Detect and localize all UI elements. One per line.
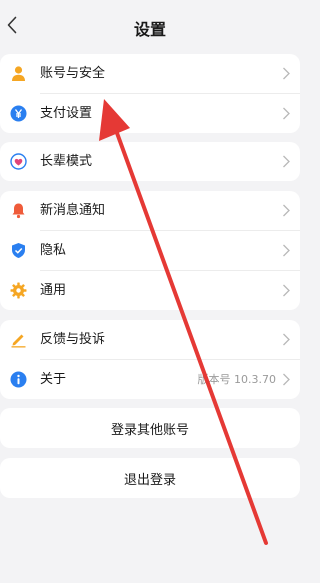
settings-group-elder: 长辈模式: [0, 142, 300, 181]
yen-icon: [10, 105, 27, 122]
shield-icon: [10, 242, 27, 259]
heart-icon: [10, 153, 27, 170]
chevron-right-icon: [283, 244, 290, 257]
settings-item-label: 关于: [40, 372, 67, 387]
chevron-right-icon: [283, 373, 290, 386]
settings-item-label: 反馈与投诉: [40, 332, 106, 347]
chevron-right-icon: [283, 204, 290, 217]
chevron-right-icon: [283, 284, 290, 297]
settings-item-label: 账号与安全: [40, 66, 106, 81]
header: 设置: [0, 0, 300, 50]
settings-group-account: 账号与安全 支付设置: [0, 54, 300, 133]
settings-item-label: 通用: [40, 283, 67, 298]
settings-item-elder-mode[interactable]: 长辈模式: [0, 142, 300, 181]
logout-label: 退出登录: [123, 472, 176, 488]
settings-group-general: 新消息通知 隐私 通用: [0, 191, 300, 310]
chevron-right-icon: [283, 155, 290, 168]
chevron-right-icon: [283, 333, 290, 346]
person-icon: [10, 65, 27, 82]
settings-item-privacy[interactable]: 隐私: [0, 231, 300, 270]
chevron-right-icon: [283, 107, 290, 120]
settings-item-feedback[interactable]: 反馈与投诉: [0, 320, 300, 359]
chevron-right-icon: [283, 67, 290, 80]
settings-group-about: 反馈与投诉 关于 版本号 10.3.70: [0, 320, 300, 399]
switch-account-button[interactable]: 登录其他账号: [0, 408, 300, 448]
settings-item-account-security[interactable]: 账号与安全: [0, 54, 300, 93]
gear-icon: [10, 282, 27, 299]
settings-item-label: 隐私: [40, 243, 67, 258]
settings-item-about[interactable]: 关于 版本号 10.3.70: [0, 360, 300, 399]
logout-button[interactable]: 退出登录: [0, 458, 300, 498]
switch-account-label: 登录其他账号: [110, 422, 189, 438]
info-icon: [10, 371, 27, 388]
settings-item-payment[interactable]: 支付设置: [0, 94, 300, 133]
settings-item-general[interactable]: 通用: [0, 271, 300, 310]
page-title: 设置: [133, 20, 166, 39]
settings-item-label: 支付设置: [40, 106, 93, 121]
version-text: 版本号 10.3.70: [197, 373, 276, 386]
settings-item-label: 长辈模式: [40, 154, 93, 169]
pencil-icon: [10, 331, 27, 348]
settings-item-notifications[interactable]: 新消息通知: [0, 191, 300, 230]
settings-item-label: 新消息通知: [40, 203, 106, 218]
bell-icon: [10, 202, 27, 219]
